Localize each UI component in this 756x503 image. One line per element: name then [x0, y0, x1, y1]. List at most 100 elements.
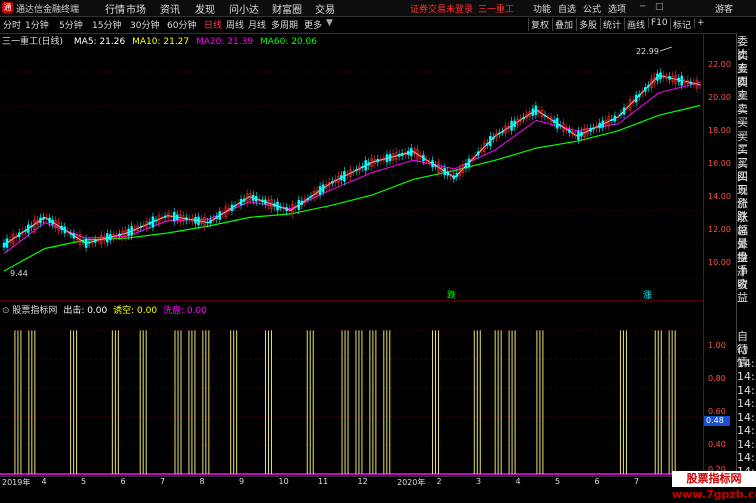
indicator-tick: 0.40	[708, 440, 726, 449]
candle-body	[2, 242, 6, 248]
candle-body	[340, 175, 343, 181]
side-panel-item: 14:5	[737, 397, 756, 410]
candle-body	[592, 127, 595, 130]
candle-body	[613, 115, 617, 122]
candle-body	[30, 225, 33, 228]
candle-body	[84, 238, 88, 248]
candle-body	[343, 171, 346, 182]
indicator-tick: 0.60	[708, 407, 726, 416]
indicator-tick: 1.00	[708, 341, 726, 350]
candle-body	[239, 198, 243, 206]
indicator-settings-icon[interactable]: ⊙	[2, 306, 10, 316]
candle-body	[330, 181, 334, 184]
signal-lure-label: 诱空: 0.00	[113, 306, 158, 316]
guest-user[interactable]: 游客	[715, 2, 733, 15]
candle-body	[163, 215, 167, 218]
candle-body	[589, 127, 592, 132]
candle-body	[577, 130, 580, 140]
quote-side-panel[interactable]: 委比 卖五 卖四 卖三 卖二 卖一 买一 买二 买三 买四 买五 现价 涨跌 涨幅 总量 外盘 换手 净资 收益 自动…	[736, 33, 756, 487]
kline-chart[interactable]: 22.99 9.44 跌 涨	[0, 0, 703, 476]
price-tick: 10.00	[708, 258, 731, 267]
candle-body	[400, 152, 404, 156]
candle-body	[388, 154, 392, 161]
candle-body	[434, 165, 437, 167]
fall-marker: 跌	[447, 290, 456, 301]
candle-body	[677, 77, 680, 83]
side-panel-item: 收益	[737, 278, 748, 304]
indicator-tick: 0.80	[708, 374, 726, 383]
candle-body	[197, 216, 200, 225]
indicator-name[interactable]: 股票指标网	[12, 306, 57, 316]
watermark: 股票指标网 www.7gpzb.com	[672, 471, 756, 501]
date-tick: 7	[634, 477, 640, 486]
candle-body	[285, 207, 288, 212]
candle-body	[215, 216, 219, 219]
candle-body	[555, 118, 559, 129]
candle-body	[300, 200, 304, 205]
candle-body	[534, 105, 538, 115]
candle-body	[233, 205, 237, 207]
candle-body	[443, 167, 446, 175]
candle-body	[230, 204, 234, 211]
side-panel-item: 14:5	[737, 437, 756, 451]
candle-body	[580, 131, 583, 137]
candle-body	[452, 175, 456, 179]
price-tick: 16.00	[708, 159, 731, 168]
candle-body	[39, 217, 42, 224]
candle-body	[619, 113, 623, 115]
candle-body	[276, 201, 279, 211]
candle-body	[264, 199, 267, 205]
candle-body	[522, 116, 525, 120]
candle-body	[510, 120, 513, 131]
candle-body	[355, 169, 358, 171]
candle-body	[118, 233, 121, 237]
candle-body	[422, 154, 425, 162]
candle-body	[318, 186, 322, 195]
price-tick: 22.00	[708, 60, 731, 69]
candle-body	[364, 160, 367, 171]
date-axis: 2019年4567891011122020年2345678	[0, 476, 703, 488]
candle-body	[610, 118, 614, 121]
candle-body	[279, 206, 282, 209]
candle-body	[647, 85, 650, 88]
candle-body	[255, 196, 258, 202]
date-tick: 2019年	[2, 478, 31, 487]
candle-body	[130, 226, 133, 236]
candle-body	[27, 224, 30, 233]
candle-body	[87, 241, 91, 244]
candle-body	[81, 240, 85, 243]
candle-body	[206, 221, 209, 224]
candle-body	[455, 173, 459, 177]
candle-body	[489, 136, 492, 147]
candle-body	[656, 73, 659, 81]
date-tick: 11	[318, 477, 329, 486]
candle-body	[175, 214, 179, 221]
candle-body	[42, 217, 45, 220]
date-tick: 3	[476, 477, 482, 486]
date-tick: 10	[278, 477, 289, 486]
high-price-label: 22.99	[636, 47, 659, 56]
candle-body	[659, 72, 662, 80]
candle-body	[385, 154, 389, 163]
candle-body	[63, 226, 67, 234]
candle-body	[24, 230, 27, 232]
candle-body	[261, 199, 264, 203]
side-panel-item: 14:5	[737, 410, 756, 424]
candle-body	[464, 163, 468, 169]
ma20-line	[3, 82, 701, 255]
date-tick: 6	[594, 477, 600, 486]
candle-body	[209, 219, 212, 224]
rise-marker: 涨	[643, 290, 652, 301]
candle-body	[406, 150, 410, 155]
candle-body	[467, 158, 471, 167]
candle-body	[558, 124, 562, 127]
candle-body	[446, 171, 449, 176]
candle-body	[306, 198, 310, 200]
price-tick: 18.00	[708, 126, 731, 135]
candle-body	[151, 216, 155, 228]
date-tick: 7	[160, 477, 166, 486]
candle-body	[321, 184, 325, 193]
candle-body	[634, 94, 638, 103]
candle-body	[154, 219, 158, 222]
candle-body	[367, 162, 370, 166]
